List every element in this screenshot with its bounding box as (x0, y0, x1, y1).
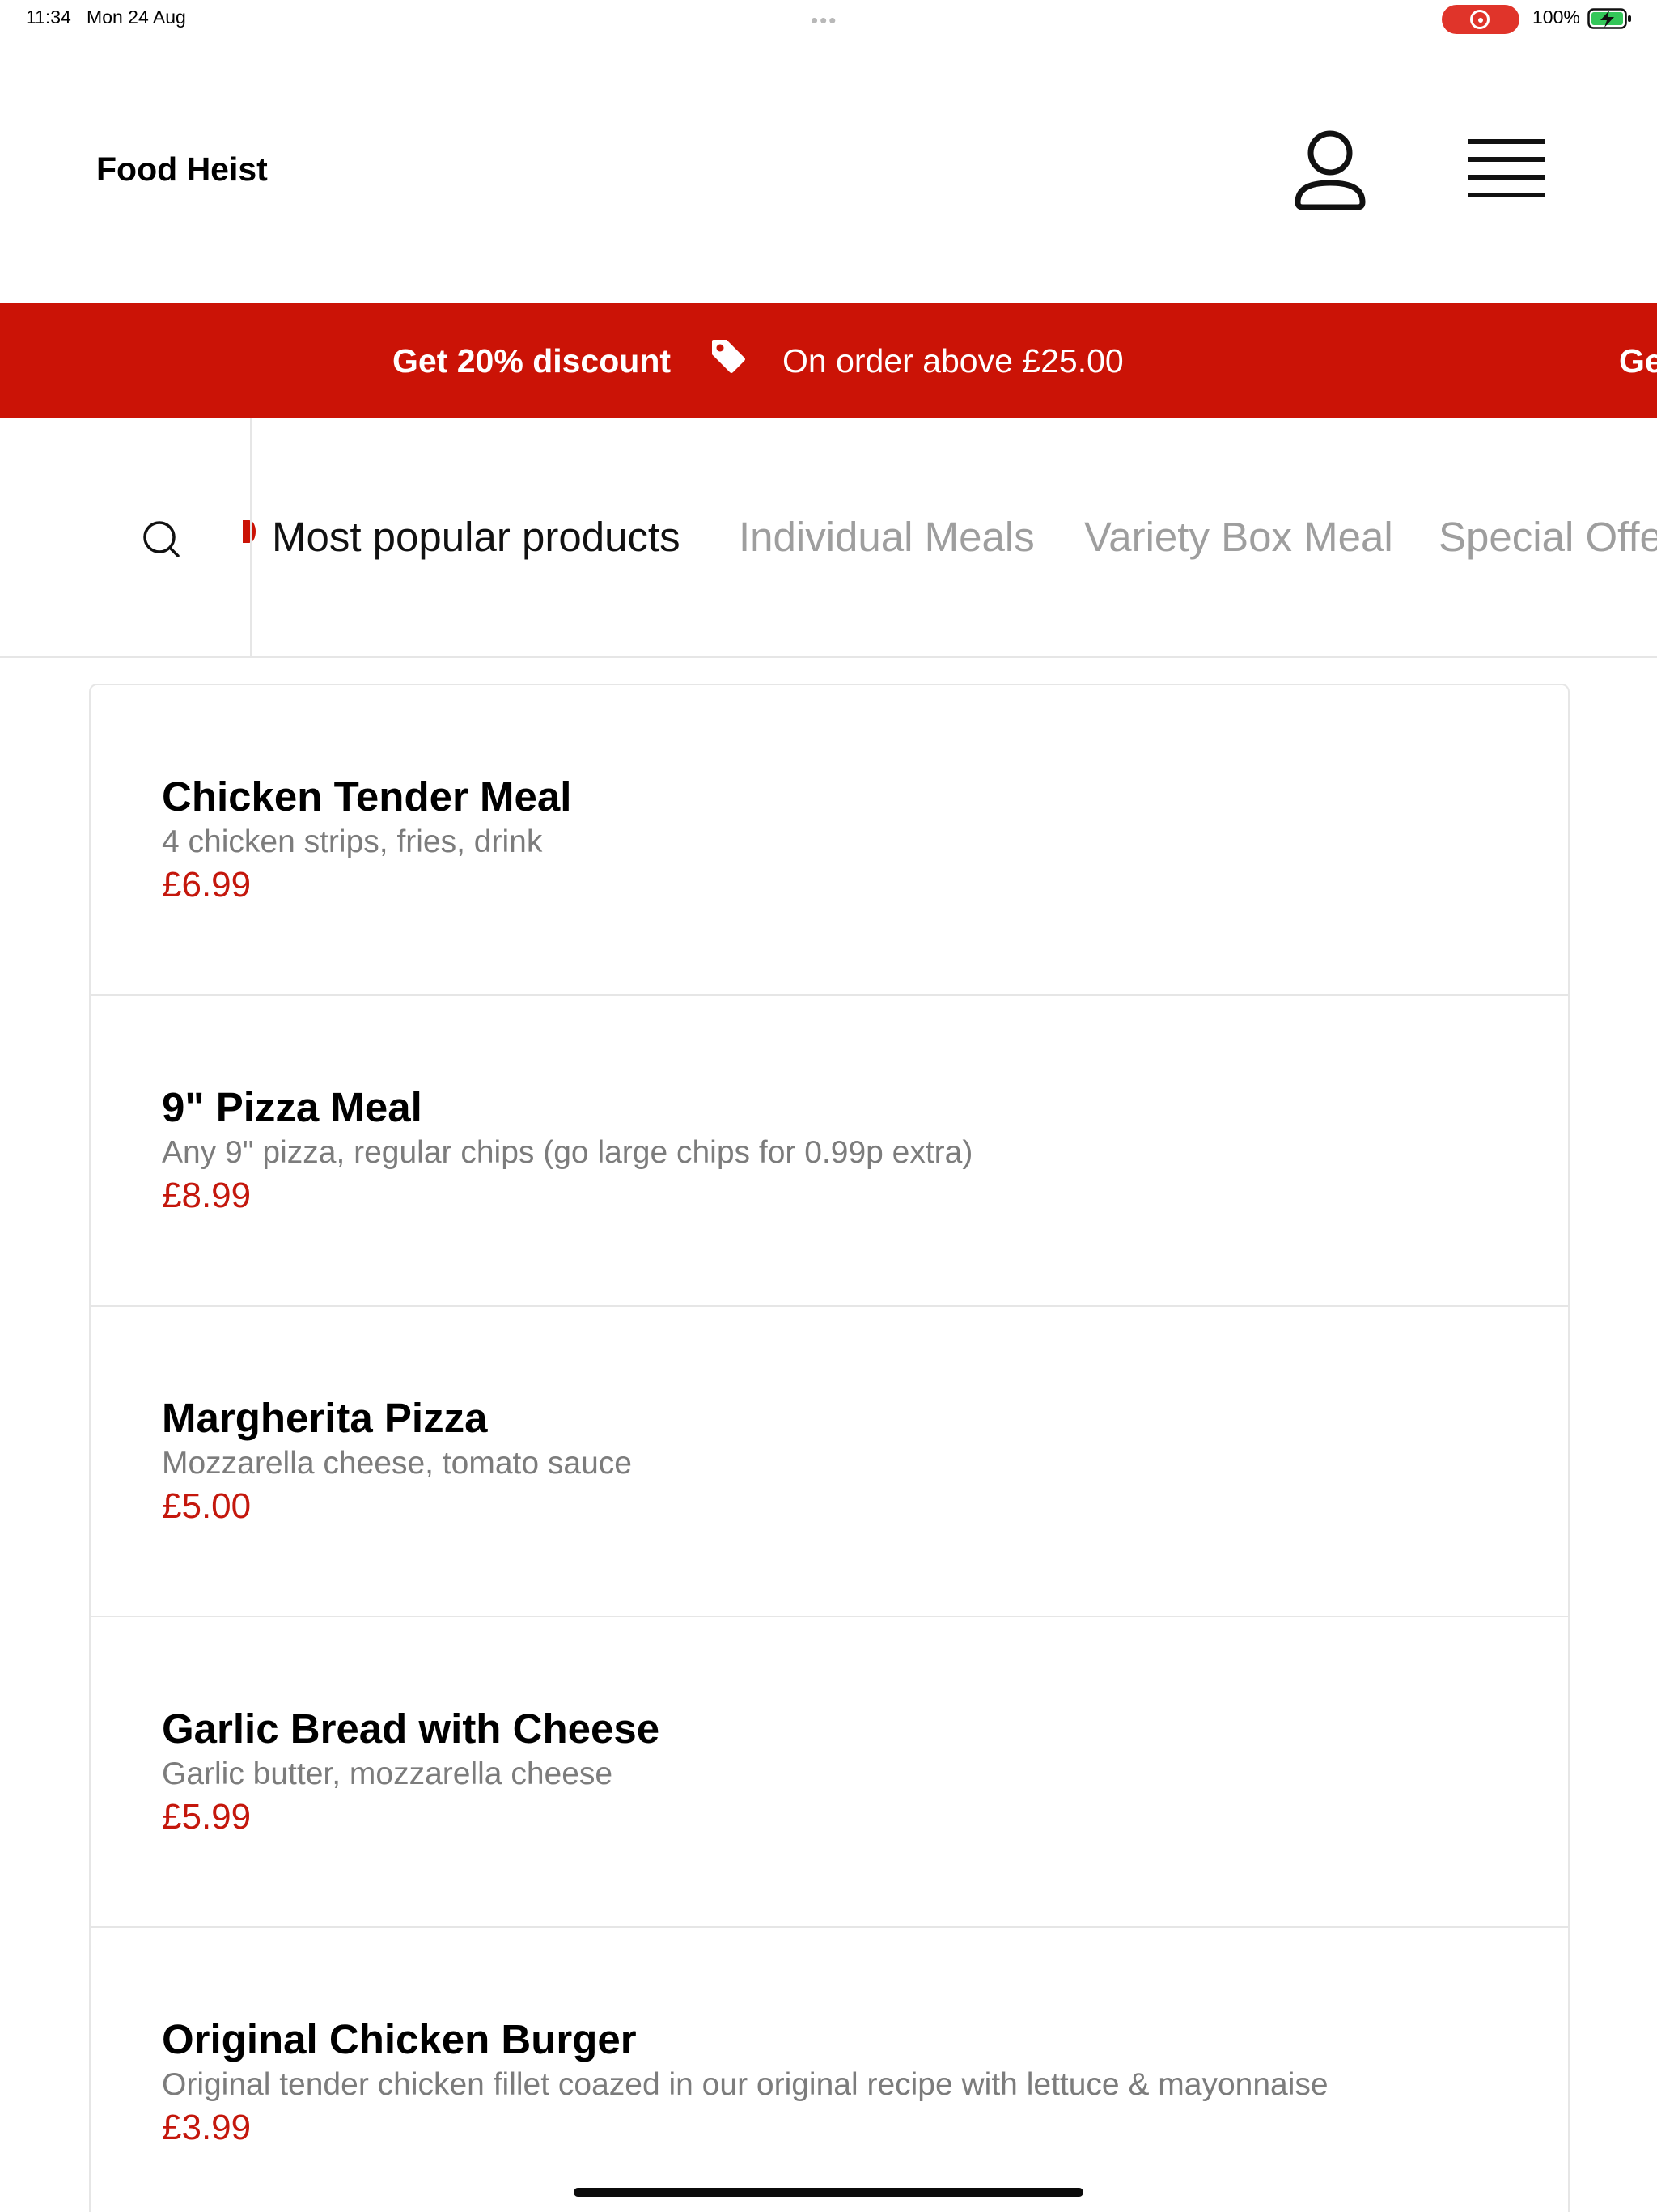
product-description: Mozzarella cheese, tomato sauce (162, 1446, 632, 1481)
battery-charging-icon (1587, 8, 1631, 29)
product-name: Original Chicken Burger (162, 2016, 637, 2062)
product-description: Any 9" pizza, regular chips (go large ch… (162, 1135, 973, 1170)
screen-recording-icon[interactable] (1442, 5, 1519, 34)
tab-special-offers[interactable]: Special Offe (1439, 513, 1657, 561)
tab-variety-box-meal[interactable]: Variety Box Meal (1084, 513, 1393, 561)
product-name: Margherita Pizza (162, 1395, 488, 1441)
nav-divider (250, 418, 252, 656)
tab-most-popular-products[interactable]: Most popular products (272, 513, 680, 561)
product-description: Garlic butter, mozzarella cheese (162, 1756, 613, 1791)
account-icon[interactable] (1293, 126, 1367, 215)
product-item[interactable]: Garlic Bread with Cheese Garlic butter, … (91, 1617, 1568, 1928)
product-list: Chicken Tender Meal 4 chicken strips, fr… (89, 684, 1570, 2212)
category-nav: Most popular products Individual Meals V… (0, 418, 1657, 658)
product-description: Original tender chicken fillet coazed in… (162, 2067, 1329, 2102)
product-name: Garlic Bread with Cheese (162, 1706, 660, 1752)
product-item[interactable]: 9" Pizza Meal Any 9" pizza, regular chip… (91, 996, 1568, 1307)
home-indicator[interactable] (574, 2188, 1083, 2197)
brand-name[interactable]: Food Heist (96, 150, 268, 189)
battery-percent: 100% (1532, 6, 1580, 28)
tab-individual-meals[interactable]: Individual Meals (739, 513, 1035, 561)
product-description: 4 chicken strips, fries, drink (162, 824, 543, 859)
status-clock: 11:34 (26, 6, 71, 28)
promo-discount-text: Get 20% discount (392, 342, 672, 379)
promo-condition-text: On order above £25.00 (782, 342, 1124, 379)
product-item[interactable]: Margherita Pizza Mozzarella cheese, toma… (91, 1307, 1568, 1617)
price-tag-icon (712, 340, 745, 373)
product-price: £6.99 (162, 865, 252, 905)
multitasking-dots-icon[interactable]: ••• (811, 10, 837, 31)
product-price: £5.99 (162, 1797, 252, 1837)
search-icon[interactable] (138, 515, 184, 562)
product-item[interactable]: Chicken Tender Meal 4 chicken strips, fr… (91, 685, 1568, 996)
product-price: £5.00 (162, 1486, 252, 1526)
product-price: £3.99 (162, 2108, 252, 2147)
hamburger-menu-icon[interactable] (1461, 133, 1547, 207)
product-price: £8.99 (162, 1176, 252, 1215)
active-tab-indicator (243, 520, 256, 543)
product-item[interactable]: Original Chicken Burger Original tender … (91, 1928, 1568, 2212)
promo-banner: Get 20% discount On order above £25.00 G… (0, 303, 1657, 418)
status-date: Mon 24 Aug (87, 6, 186, 28)
product-name: 9" Pizza Meal (162, 1084, 422, 1130)
product-name: Chicken Tender Meal (162, 773, 572, 820)
status-time: 11:34 Mon 24 Aug (26, 6, 186, 28)
promo-discount-text-repeat: Ge (1619, 342, 1657, 379)
status-bar: 11:34 Mon 24 Aug ••• 100% (0, 0, 1657, 40)
